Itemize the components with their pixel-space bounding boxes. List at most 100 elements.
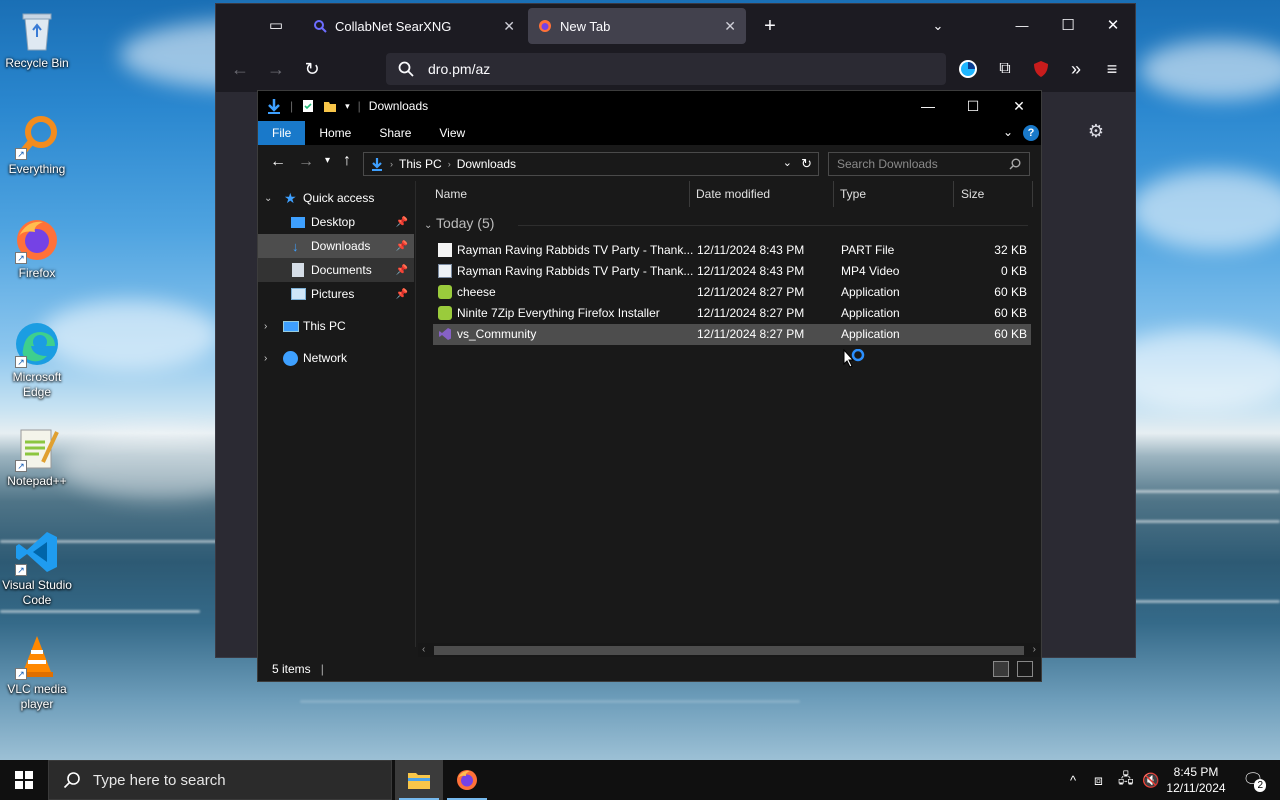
scroll-left-icon[interactable]: ‹ [422, 644, 425, 655]
explorer-title-bar: | ▾ | Downloads — ☐ ✕ [258, 91, 1041, 121]
forward-arrow-icon[interactable]: → [298, 153, 314, 171]
file-name: cheese [457, 285, 496, 299]
chevron-right-icon[interactable]: › [264, 321, 267, 332]
taskbar-firefox[interactable] [443, 760, 491, 800]
list-all-tabs-icon[interactable]: ⌄ [924, 12, 952, 40]
meet-now-icon[interactable]: ⧈ [1094, 760, 1103, 800]
overflow-menu-icon[interactable]: » [1062, 55, 1090, 83]
table-row[interactable]: Rayman Raving Rabbids TV Party - Thank..… [433, 240, 1031, 261]
table-row-selected[interactable]: vs_Community 12/11/2024 8:27 PM Applicat… [433, 324, 1031, 345]
firefox-tab-strip: ▭ CollabNet SearXNG ✕ New Tab ✕ + ⌄ — ☐ … [216, 4, 1135, 48]
desktop-icon-recycle-bin[interactable]: Recycle Bin [0, 6, 74, 71]
breadcrumb-downloads[interactable]: Downloads [457, 157, 516, 171]
pin-icon[interactable]: 📌 [396, 265, 408, 276]
column-header-name[interactable]: Name [435, 187, 467, 201]
desktop-icon-firefox[interactable]: ↗ Firefox [0, 216, 74, 281]
ribbon-tab-share[interactable]: Share [365, 121, 425, 145]
column-header-type[interactable]: Type [840, 187, 866, 201]
tab-collabnet-searxng[interactable]: CollabNet SearXNG ✕ [303, 8, 525, 44]
table-row[interactable]: Ninite 7Zip Everything Firefox Installer… [433, 303, 1031, 324]
nav-quick-access[interactable]: ⌄ ★ Quick access [258, 186, 414, 210]
scrollbar-thumb[interactable] [434, 646, 1024, 655]
customize-toolbar-icon[interactable]: ▾ [345, 101, 350, 112]
expand-ribbon-icon[interactable]: ⌄ [1003, 125, 1013, 139]
help-icon[interactable]: ? [1023, 125, 1039, 141]
close-tab-icon[interactable]: ✕ [503, 18, 515, 35]
show-hidden-icons[interactable]: ^ [1070, 760, 1076, 800]
taskbar-file-explorer[interactable] [395, 760, 443, 800]
desktop-icon-vscode[interactable]: ↗ Visual Studio Code [0, 528, 74, 608]
column-separator[interactable] [833, 181, 834, 207]
forward-arrow-icon[interactable]: → [262, 55, 290, 83]
close-tab-icon[interactable]: ✕ [724, 18, 736, 35]
close-window-button[interactable]: ✕ [1099, 12, 1127, 40]
column-header-date[interactable]: Date modified [696, 187, 770, 201]
column-separator[interactable] [689, 181, 690, 207]
large-icons-view-icon[interactable] [1017, 661, 1033, 677]
details-view-icon[interactable] [993, 661, 1009, 677]
extensions-icon[interactable]: ⧉ [991, 55, 1019, 83]
hamburger-menu-icon[interactable]: ≡ [1098, 55, 1126, 83]
tab-new-tab[interactable]: New Tab ✕ [528, 8, 746, 44]
minimize-button[interactable]: — [905, 91, 951, 121]
desktop-icon-label: Firefox [18, 266, 56, 280]
ribbon-tab-view[interactable]: View [425, 121, 479, 145]
up-arrow-icon[interactable]: ↑ [343, 152, 351, 170]
ribbon-tab-home[interactable]: Home [305, 121, 365, 145]
desktop-icon-vlc[interactable]: ↗ VLC media player [0, 632, 74, 712]
breadcrumb-this-pc[interactable]: This PC [399, 157, 442, 171]
start-button[interactable] [0, 760, 48, 800]
table-row[interactable]: Rayman Raving Rabbids TV Party - Thank..… [433, 261, 1031, 282]
refresh-icon[interactable]: ↻ [801, 156, 812, 172]
column-separator[interactable] [953, 181, 954, 207]
nav-pictures[interactable]: Pictures 📌 [258, 282, 414, 306]
nav-desktop[interactable]: Desktop 📌 [258, 210, 414, 234]
back-arrow-icon[interactable]: ← [270, 153, 286, 171]
desktop-icon-everything[interactable]: ↗ Everything [0, 112, 74, 177]
recent-locations-icon[interactable]: ▾ [325, 155, 330, 166]
address-bar[interactable]: › This PC › Downloads ⌄ ↻ [363, 152, 819, 176]
nav-label: Documents [311, 263, 372, 277]
close-window-button[interactable]: ✕ [996, 91, 1042, 121]
column-header-size[interactable]: Size [961, 187, 984, 201]
nav-downloads[interactable]: ↓ Downloads 📌 [258, 234, 414, 258]
pin-icon[interactable]: 📌 [396, 241, 408, 252]
chevron-right-icon[interactable]: › [264, 353, 267, 364]
new-tab-button[interactable]: + [756, 12, 784, 40]
taskbar-search-input[interactable]: Type here to search [48, 760, 392, 800]
ribbon-tab-file[interactable]: File [258, 121, 306, 145]
maximize-button[interactable]: ☐ [1054, 12, 1082, 40]
ublock-origin-icon[interactable] [1027, 55, 1055, 83]
firefox-view-icon[interactable]: ▭ [262, 12, 290, 40]
nav-documents[interactable]: Documents 📌 [258, 258, 414, 282]
new-folder-icon[interactable] [323, 99, 337, 113]
pin-icon[interactable]: 📌 [396, 217, 408, 228]
group-header-today[interactable]: ⌄ Today (5) [424, 215, 494, 231]
maximize-button[interactable]: ☐ [950, 91, 996, 121]
clock[interactable]: 8:45 PM 12/11/2024 [1160, 760, 1232, 800]
nav-label: Quick access [303, 191, 375, 205]
back-arrow-icon[interactable]: ← [226, 55, 254, 83]
vlc-icon: ↗ [13, 632, 61, 680]
account-icon[interactable] [954, 55, 982, 83]
chevron-down-icon[interactable]: ⌄ [783, 156, 792, 169]
url-bar[interactable]: dro.pm/az [386, 53, 946, 85]
search-input[interactable]: Search Downloads [828, 152, 1030, 176]
desktop-icon-notepadpp[interactable]: ↗ Notepad++ [0, 424, 74, 489]
nav-network[interactable]: › Network [258, 346, 414, 370]
desktop-icon-edge[interactable]: ↗ Microsoft Edge [0, 320, 74, 400]
notifications-button[interactable]: 🗨 2 [1236, 760, 1270, 800]
minimize-button[interactable]: — [1008, 12, 1036, 40]
nav-this-pc[interactable]: › This PC [258, 314, 414, 338]
network-icon[interactable]: 🖧 [1118, 760, 1134, 800]
reload-icon[interactable]: ↻ [298, 55, 326, 83]
volume-muted-icon[interactable]: 🔇 [1142, 760, 1159, 800]
properties-icon[interactable] [301, 99, 315, 113]
scroll-right-icon[interactable]: › [1033, 644, 1036, 655]
chevron-down-icon[interactable]: ⌄ [264, 193, 272, 204]
gear-icon[interactable]: ⚙ [1082, 117, 1110, 145]
table-row[interactable]: cheese 12/11/2024 8:27 PM Application 60… [433, 282, 1031, 303]
pin-icon[interactable]: 📌 [396, 289, 408, 300]
file-type: Application [841, 327, 900, 341]
column-separator[interactable] [1032, 181, 1033, 207]
